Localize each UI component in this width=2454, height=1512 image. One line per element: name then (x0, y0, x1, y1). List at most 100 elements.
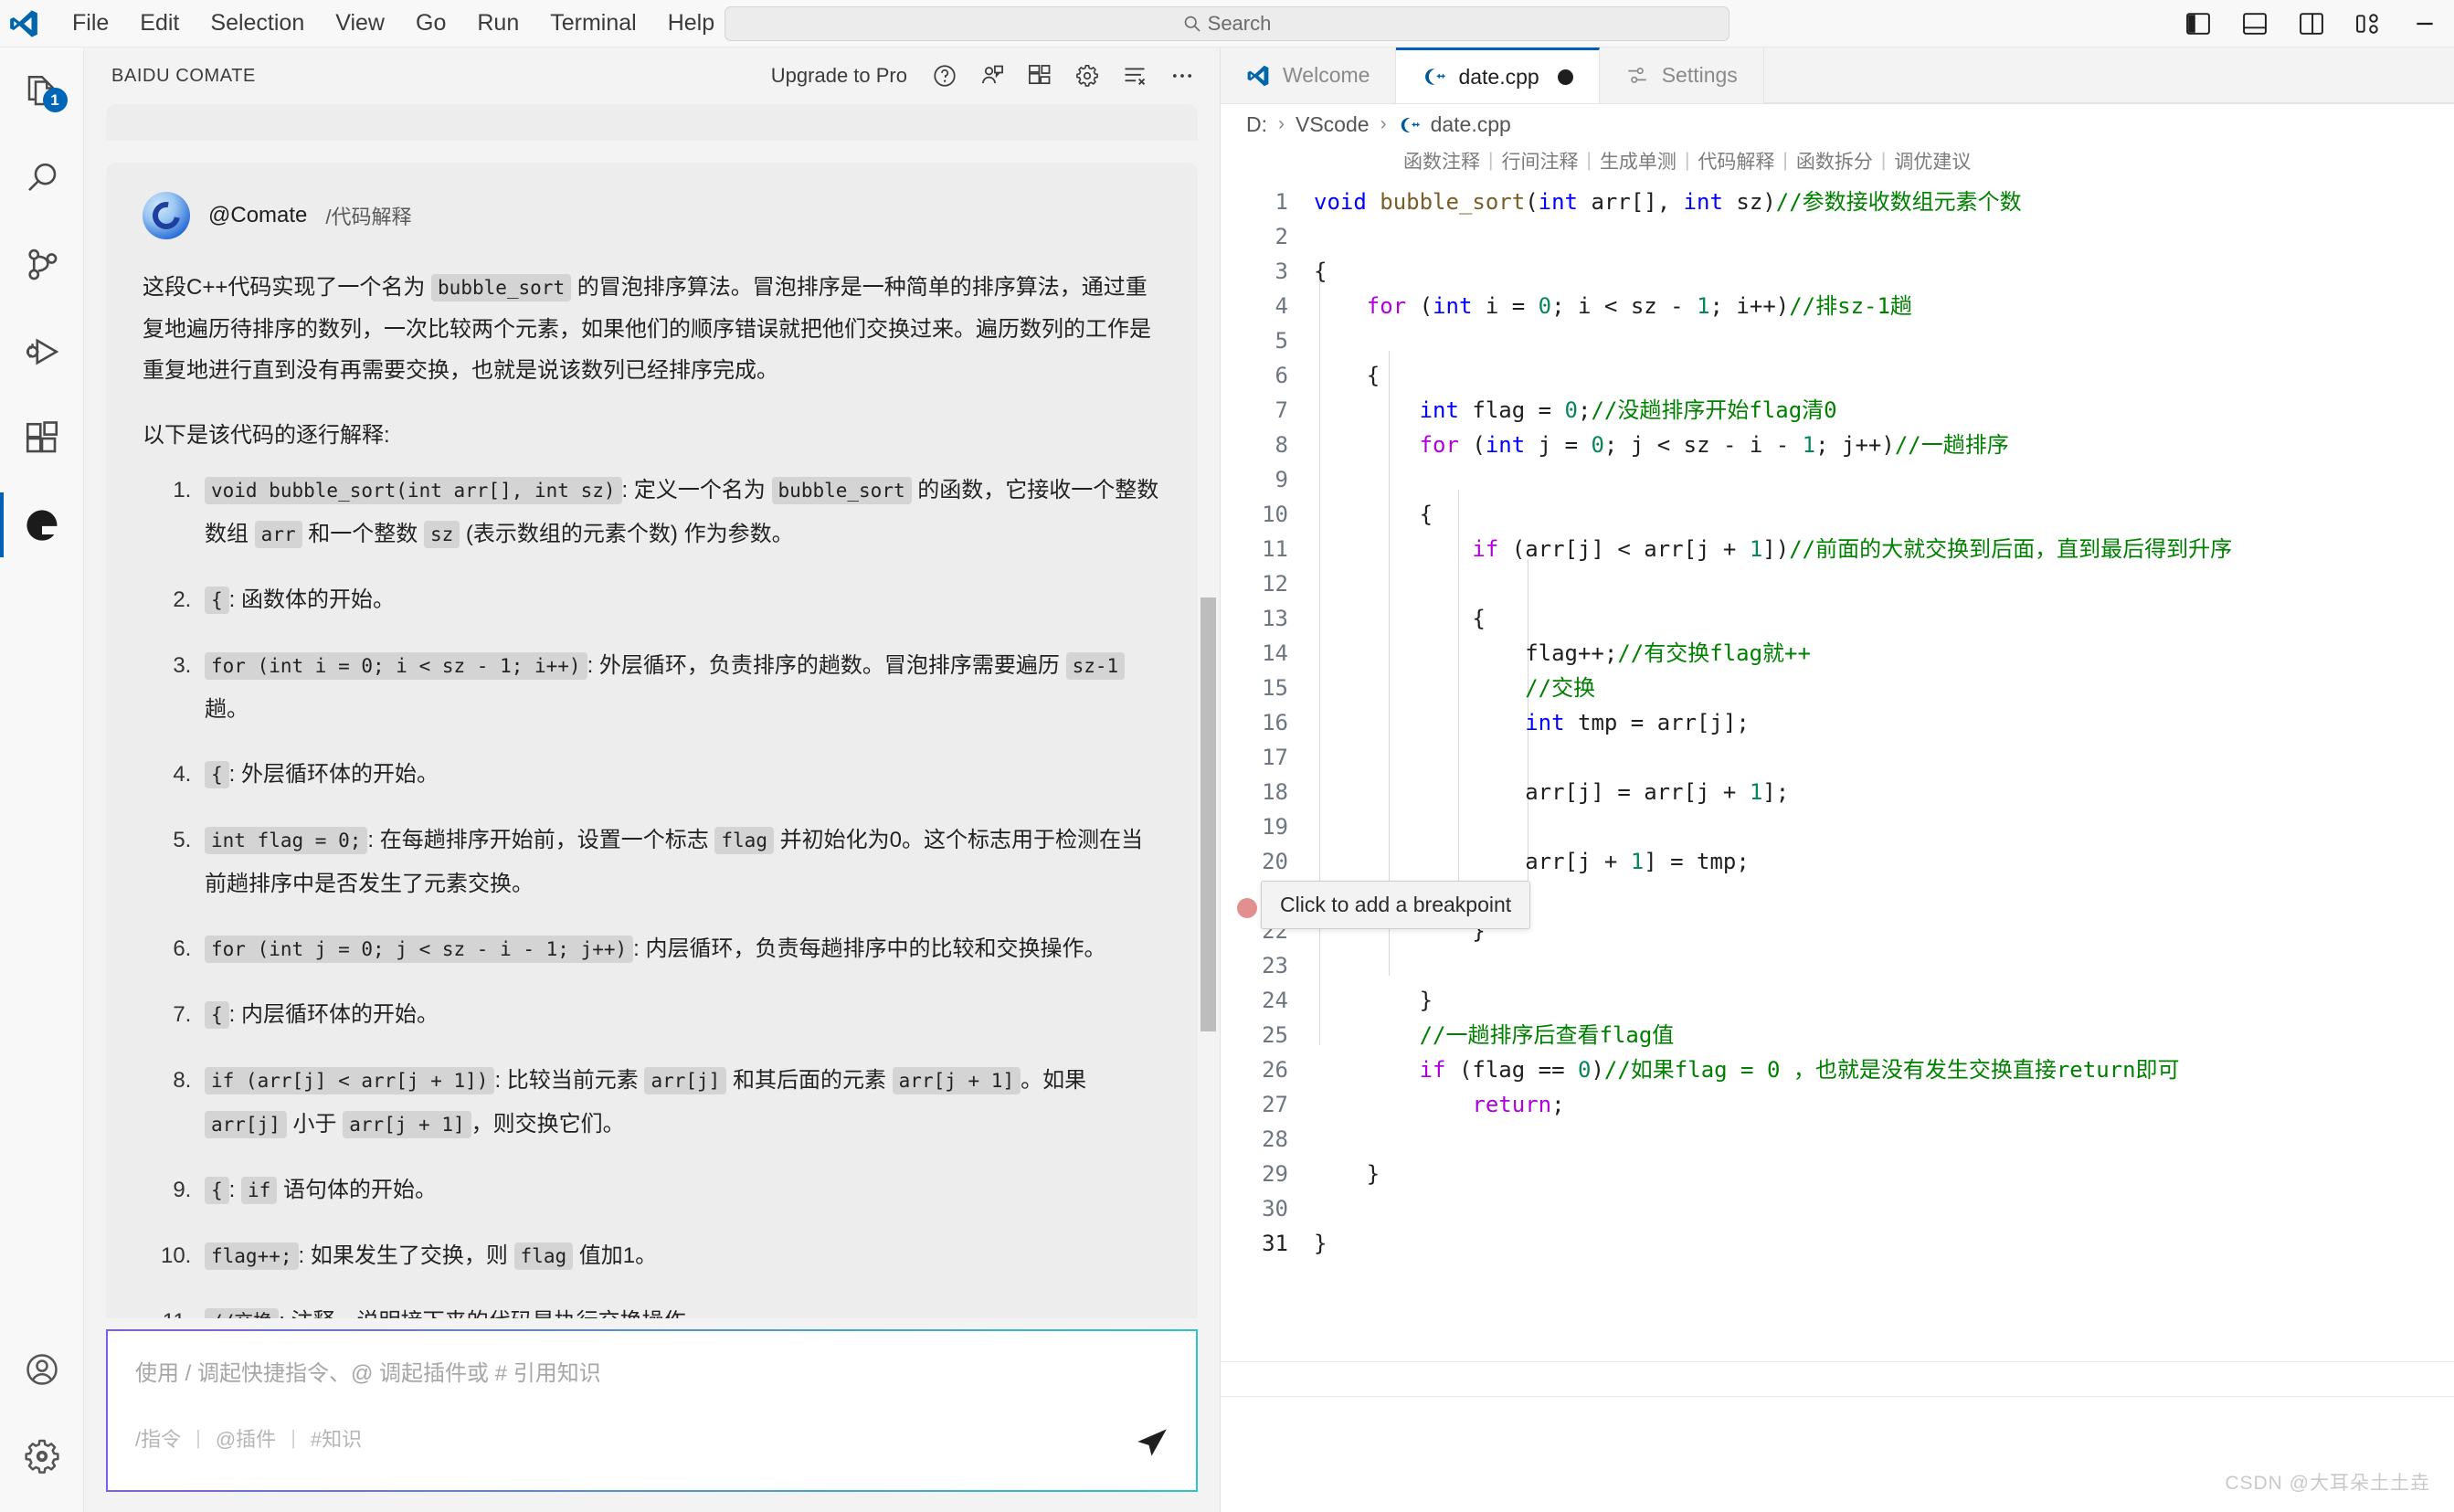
activity-item-accounts[interactable] (0, 1326, 84, 1412)
activity-item-run-debug[interactable] (0, 308, 84, 395)
breadcrumb-file[interactable]: date.cpp (1431, 112, 1511, 137)
code-line[interactable]: int tmp = arr[j]; (1308, 705, 2454, 740)
tab-settings[interactable]: Settings (1599, 48, 1764, 103)
code-line[interactable]: } (1308, 1226, 2454, 1261)
help-icon[interactable] (931, 62, 958, 90)
line-number: 26 (1262, 1057, 1288, 1083)
menu-file[interactable]: File (57, 5, 124, 42)
code-line[interactable]: if (arr[j] < arr[j + 1])//前面的大就交换到后面，直到最… (1308, 532, 2454, 566)
code-line[interactable] (1308, 948, 2454, 983)
code-line[interactable]: if (flag == 0)//如果flag = 0 ，也就是没有发生交换直接r… (1308, 1052, 2454, 1087)
menu-terminal[interactable]: Terminal (534, 5, 651, 42)
upgrade-to-pro-link[interactable]: Upgrade to Pro (771, 64, 907, 88)
code-line[interactable]: return; (1308, 1087, 2454, 1122)
code-line[interactable] (1308, 219, 2454, 254)
code-line[interactable]: } (1308, 983, 2454, 1018)
comate-prompt-input[interactable]: 使用 / 调起快捷指令、@ 调起插件或 # 引用知识 /指令 | @插件 | #… (106, 1329, 1198, 1492)
chip-command[interactable]: /指令 (135, 1423, 181, 1453)
step-text: : 外层循环，负责排序的趟数。冒泡排序需要遍历 (587, 653, 1066, 678)
chat-scrollbar-thumb[interactable] (1201, 597, 1216, 1031)
code-token: arr[], (1578, 189, 1684, 215)
chip-separator: | (196, 1426, 201, 1449)
comate-chat-scroll[interactable]: @Comate /代码解释 这段C++代码实现了一个名为 bubble_sort… (84, 104, 1220, 1318)
code-line[interactable] (1308, 323, 2454, 358)
intro-text-1: 这段C++代码实现了一个名为 (143, 275, 432, 300)
activity-item-source-control[interactable] (0, 221, 84, 308)
menu-help[interactable]: Help (652, 5, 730, 42)
clear-history-icon[interactable] (1121, 62, 1148, 90)
tab-welcome[interactable]: Welcome (1221, 48, 1397, 103)
toggle-secondary-sidebar-icon[interactable] (2299, 11, 2324, 37)
breakpoint-glyph-icon[interactable] (1237, 898, 1257, 918)
code-line[interactable]: { (1308, 601, 2454, 636)
code-line[interactable]: //一趟排序后查看flag值 (1308, 1018, 2454, 1052)
code-line[interactable]: } (1308, 1157, 2454, 1191)
codelens-generate-unittest[interactable]: 生成单测 (1600, 147, 1677, 174)
step-text: : 内层循环，负责每趟排序中的比较和交换操作。 (633, 936, 1106, 961)
plugins-icon[interactable] (1026, 62, 1053, 90)
comate-avatar-icon (143, 192, 190, 239)
code-line[interactable]: for (int j = 0; j < sz - i - 1; j++)//一趟… (1308, 428, 2454, 462)
gear-icon[interactable] (1074, 62, 1101, 90)
code-line[interactable]: { (1308, 358, 2454, 393)
search-input[interactable]: Search (725, 5, 1729, 41)
line-number-gutter[interactable]: 1234567891011121314151617181920212223242… (1221, 177, 1308, 1512)
code-token: ; i++) (1709, 293, 1790, 319)
toggle-panel-icon[interactable] (2242, 11, 2268, 37)
code-line[interactable]: { (1308, 497, 2454, 532)
breadcrumb-folder[interactable]: VScode (1296, 112, 1370, 137)
chip-plugin[interactable]: @插件 (216, 1423, 276, 1453)
code-line[interactable]: arr[j] = arr[j + 1]; (1308, 775, 2454, 809)
activity-item-baidu-comate[interactable] (0, 481, 84, 568)
code-content[interactable]: void bubble_sort(int arr[], int sz)//参数接… (1308, 177, 2454, 1512)
command-center[interactable]: Search (725, 5, 1729, 41)
tab-date-cpp[interactable]: date.cpp (1396, 48, 1600, 103)
menu-go[interactable]: Go (400, 5, 461, 42)
menu-selection[interactable]: Selection (195, 5, 320, 42)
activity-item-explorer[interactable]: 1 (0, 48, 84, 134)
editor-group: Welcome date.cpp Settings D: › VScode › … (1221, 48, 2454, 1512)
code-line[interactable]: flag++;//有交换flag就++ (1308, 636, 2454, 671)
code-line[interactable]: for (int i = 0; i < sz - 1; i++)//排sz-1趟 (1308, 289, 2454, 323)
menu-edit[interactable]: Edit (124, 5, 195, 42)
step-code: arr[j + 1] (343, 1111, 471, 1138)
code-token: { (1314, 259, 1327, 284)
code-line[interactable]: //交换 (1308, 671, 2454, 705)
code-line[interactable] (1308, 462, 2454, 497)
codelens-inline-comment[interactable]: 行间注释 (1501, 147, 1578, 174)
code-editor[interactable]: 1234567891011121314151617181920212223242… (1221, 177, 2454, 1512)
minimize-icon[interactable] (2412, 11, 2438, 37)
more-actions-icon[interactable] (1169, 62, 1196, 90)
codelens-split-function[interactable]: 函数拆分 (1796, 147, 1873, 174)
customize-layout-icon[interactable] (2355, 11, 2381, 37)
code-line[interactable]: { (1308, 254, 2454, 289)
menu-view[interactable]: View (320, 5, 400, 42)
line-number: 28 (1262, 1126, 1288, 1152)
account-icon[interactable] (978, 62, 1006, 90)
code-line[interactable] (1308, 740, 2454, 775)
line-number: 24 (1262, 988, 1288, 1013)
activity-item-settings[interactable] (0, 1412, 84, 1499)
code-line[interactable] (1308, 1191, 2454, 1226)
activity-item-extensions[interactable] (0, 395, 84, 481)
step-code: sz (423, 521, 460, 548)
code-line[interactable] (1308, 1122, 2454, 1157)
menu-run[interactable]: Run (461, 5, 534, 42)
activity-item-search[interactable] (0, 134, 84, 221)
send-icon[interactable] (1134, 1424, 1170, 1461)
chip-knowledge[interactable]: #知识 (311, 1423, 362, 1453)
codelens-optimize-advice[interactable]: 调优建议 (1894, 147, 1971, 174)
code-line[interactable]: void bubble_sort(int arr[], int sz)//参数接… (1308, 185, 2454, 219)
code-token: flag = (1458, 397, 1565, 423)
code-line[interactable]: int flag = 0;//没趟排序开始flag清0 (1308, 393, 2454, 428)
step-text: 和其后面的元素 (726, 1068, 893, 1093)
code-line[interactable]: arr[j + 1] = tmp; (1308, 844, 2454, 879)
tab-dirty-indicator[interactable] (1557, 69, 1573, 85)
code-line[interactable] (1308, 566, 2454, 601)
code-line[interactable] (1308, 809, 2454, 844)
codelens-explain-code[interactable]: 代码解释 (1698, 147, 1774, 174)
codelens-function-comment[interactable]: 函数注释 (1403, 147, 1480, 174)
toggle-primary-sidebar-icon[interactable] (2185, 11, 2211, 37)
breadcrumb-drive[interactable]: D: (1246, 112, 1267, 137)
